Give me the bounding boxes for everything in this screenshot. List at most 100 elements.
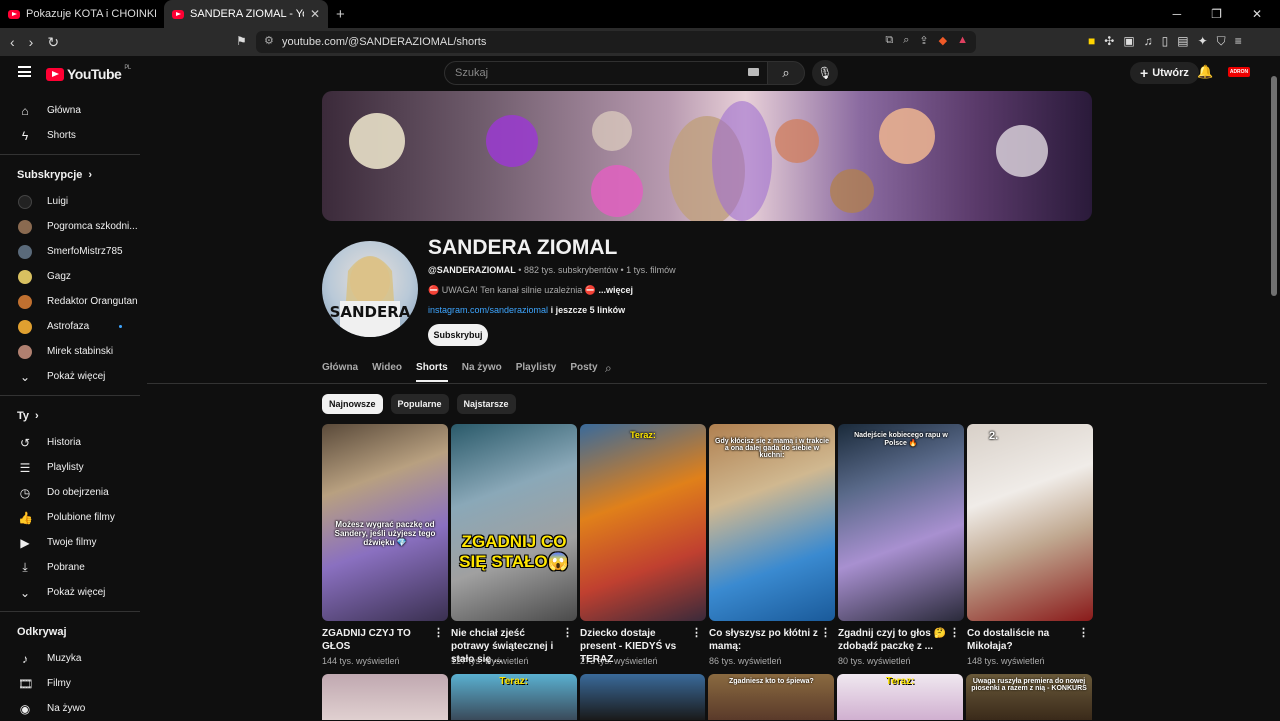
- page-scrollbar[interactable]: [1268, 56, 1280, 720]
- puzzle-icon[interactable]: ✣: [1104, 34, 1114, 49]
- tab-posts[interactable]: Posty: [570, 360, 597, 382]
- short-thumbnail[interactable]: Uwaga ruszyła premiera do nowej piosenki…: [966, 674, 1092, 720]
- more-vert-icon[interactable]: ⋮: [1078, 627, 1089, 640]
- channel-search-icon[interactable]: ⌕: [605, 361, 612, 376]
- sidebar-item-your-videos[interactable]: ▶ Twoje filmy: [0, 530, 140, 555]
- music-icon[interactable]: ♫: [1144, 34, 1153, 49]
- wallet-icon[interactable]: ▤: [1177, 34, 1188, 49]
- subscribe-button[interactable]: Subskrybuj: [428, 324, 488, 346]
- short-thumbnail[interactable]: Teraz:: [837, 674, 964, 720]
- close-tab-icon[interactable]: ✕: [310, 7, 320, 21]
- short-card[interactable]: 2. Co dostaliście na Mikołaja? ⋮ 148 tys.…: [967, 424, 1093, 666]
- account-avatar[interactable]: ADRON: [1228, 67, 1250, 77]
- more-vert-icon[interactable]: ⋮: [433, 627, 444, 640]
- search-button[interactable]: ⌕: [767, 61, 805, 85]
- sidebar-item-watch-later[interactable]: ◷ Do obejrzenia: [0, 480, 140, 505]
- short-thumbnail[interactable]: Możesz wygrać paczkę od Sandery, jeśli u…: [322, 424, 448, 621]
- short-thumbnail[interactable]: Nadejście kobiecego rapu w Polsce 🔥: [838, 424, 964, 621]
- short-thumbnail[interactable]: Teraz:: [580, 424, 706, 621]
- bookmark-icon[interactable]: ⚑: [236, 34, 247, 48]
- sidebar-item-playlists[interactable]: ☰ Playlisty: [0, 455, 140, 480]
- extension-icon[interactable]: ■: [1088, 34, 1095, 49]
- forward-icon[interactable]: ›: [29, 34, 34, 51]
- youtube-logo[interactable]: YouTube PL: [46, 65, 131, 82]
- subscriptions-heading[interactable]: Subskrypcje ›: [0, 161, 140, 189]
- sidebar-item-liked[interactable]: 👍 Polubione filmy: [0, 505, 140, 530]
- channel-avatar[interactable]: SANDERA: [322, 241, 418, 337]
- share-icon[interactable]: ⇪: [919, 34, 928, 47]
- tab-live[interactable]: Na żywo: [462, 360, 502, 382]
- browser-tab-1[interactable]: Pokazuje KOTA i CHOINKĘ - YouTube: [0, 0, 164, 28]
- short-title[interactable]: Co słyszysz po kłótni z mamą: ⋮: [709, 627, 835, 653]
- short-title[interactable]: Co dostaliście na Mikołaja? ⋮: [967, 627, 1093, 653]
- sidebar-item-subscription[interactable]: Pogromca szkodni...: [0, 214, 140, 239]
- tab-playlists[interactable]: Playlisty: [516, 360, 557, 382]
- close-window-icon[interactable]: ✕: [1252, 7, 1262, 21]
- short-thumbnail[interactable]: Zgadniesz kto to śpiewa?: [708, 674, 835, 720]
- more-vert-icon[interactable]: ⋮: [820, 627, 831, 640]
- sidebar-item-films[interactable]: 🎞 Filmy: [0, 671, 140, 696]
- short-thumbnail[interactable]: Gdy kłócisz się z mamą i w trakcie a ona…: [709, 424, 835, 621]
- more-vert-icon[interactable]: ⋮: [949, 627, 960, 640]
- short-card[interactable]: Nadejście kobiecego rapu w Polsce 🔥 Zgad…: [838, 424, 964, 666]
- you-heading[interactable]: Ty ›: [0, 402, 140, 430]
- short-title[interactable]: ZGADNIJ CZYJ TO GŁOS ⋮: [322, 627, 448, 653]
- sidebar-item-shorts[interactable]: ϟ Shorts: [0, 123, 140, 148]
- tab-videos[interactable]: Wideo: [372, 360, 402, 382]
- short-thumbnail[interactable]: 2.: [967, 424, 1093, 621]
- short-card[interactable]: ZGADNIJ CO SIĘ STAŁO😱 Nie chciał zjeść p…: [451, 424, 577, 666]
- brave-rewards-icon[interactable]: ▲: [957, 34, 968, 47]
- channel-description[interactable]: ⛔ UWAGA! Ten kanał silnie uzależnia ⛔ ..…: [428, 285, 633, 296]
- guide-menu-icon[interactable]: [18, 66, 31, 77]
- notifications-icon[interactable]: 🔔: [1197, 64, 1213, 80]
- maximize-icon[interactable]: ❐: [1211, 7, 1222, 21]
- more-link[interactable]: ...więcej: [599, 285, 634, 295]
- sidebar-item-home[interactable]: ⌂ Główna: [0, 98, 140, 123]
- screenshot-icon[interactable]: ▣: [1123, 34, 1134, 49]
- browser-tab-2[interactable]: SANDERA ZIOMAL - YouTube ✕: [164, 0, 328, 28]
- short-thumbnail[interactable]: [322, 674, 448, 720]
- address-bar[interactable]: ⚙ youtube.com/@SANDERAZIOMAL/shorts ⧉ ⌕ …: [256, 31, 976, 53]
- chip-newest[interactable]: Najnowsze: [322, 394, 383, 414]
- instagram-link[interactable]: instagram.com/sanderaziomal: [428, 305, 548, 315]
- sidebar-icon[interactable]: ▯: [1162, 34, 1169, 49]
- menu-icon[interactable]: ≡: [1235, 34, 1242, 49]
- search-input[interactable]: Szukaj: [444, 61, 768, 85]
- minimize-icon[interactable]: ─: [1173, 7, 1182, 21]
- sidebar-item-subscription[interactable]: Astrofaza: [0, 314, 140, 339]
- sidebar-item-subscription[interactable]: SmerfoMistrz785: [0, 239, 140, 264]
- voice-search-button[interactable]: 🎙: [812, 60, 838, 86]
- sidebar-item-live[interactable]: ◉ Na żywo: [0, 696, 140, 721]
- short-title[interactable]: Zgadnij czyj to głos 🤔 zdobądź paczkę z …: [838, 627, 964, 653]
- sidebar-item-subscription[interactable]: Gagz: [0, 264, 140, 289]
- short-card[interactable]: Teraz: Dziecko dostaje present - KIEDYŚ …: [580, 424, 706, 666]
- chip-oldest[interactable]: Najstarsze: [456, 394, 516, 414]
- short-title[interactable]: Nie chciał zjeść potrawy świątecznej i s…: [451, 627, 577, 665]
- ai-icon[interactable]: ✦: [1198, 34, 1208, 49]
- open-external-icon[interactable]: ⧉: [885, 34, 893, 47]
- show-more-you[interactable]: ⌄ Pokaż więcej: [0, 580, 140, 605]
- reload-icon[interactable]: ↻: [47, 34, 59, 51]
- tab-shorts[interactable]: Shorts: [416, 360, 448, 382]
- more-vert-icon[interactable]: ⋮: [562, 627, 573, 640]
- scrollbar-thumb[interactable]: [1271, 76, 1277, 296]
- short-card[interactable]: Możesz wygrać paczkę od Sandery, jeśli u…: [322, 424, 448, 666]
- zoom-icon[interactable]: ⌕: [903, 34, 909, 47]
- short-thumbnail[interactable]: [579, 674, 706, 720]
- back-icon[interactable]: ‹: [10, 34, 15, 51]
- more-links[interactable]: i jeszcze 5 linków: [551, 305, 626, 315]
- short-card[interactable]: Gdy kłócisz się z mamą i w trakcie a ona…: [709, 424, 835, 666]
- sidebar-item-downloads[interactable]: ⤓ Pobrane: [0, 555, 140, 580]
- sidebar-item-history[interactable]: ↺ Historia: [0, 430, 140, 455]
- site-settings-icon[interactable]: ⚙: [264, 34, 274, 47]
- chip-popular[interactable]: Popularne: [390, 394, 449, 414]
- short-title[interactable]: Dziecko dostaje present - KIEDYŚ vs TERA…: [580, 627, 706, 665]
- more-vert-icon[interactable]: ⋮: [691, 627, 702, 640]
- sidebar-item-subscription[interactable]: Mirek stabinski: [0, 339, 140, 364]
- new-tab-icon[interactable]: +: [336, 6, 345, 23]
- keyboard-icon[interactable]: [748, 68, 759, 76]
- sidebar-item-subscription[interactable]: Redaktor Orangutan: [0, 289, 140, 314]
- create-button[interactable]: + Utwórz: [1130, 62, 1199, 84]
- short-thumbnail[interactable]: ZGADNIJ CO SIĘ STAŁO😱: [451, 424, 577, 621]
- show-more-subscriptions[interactable]: ⌄ Pokaż więcej: [0, 364, 140, 389]
